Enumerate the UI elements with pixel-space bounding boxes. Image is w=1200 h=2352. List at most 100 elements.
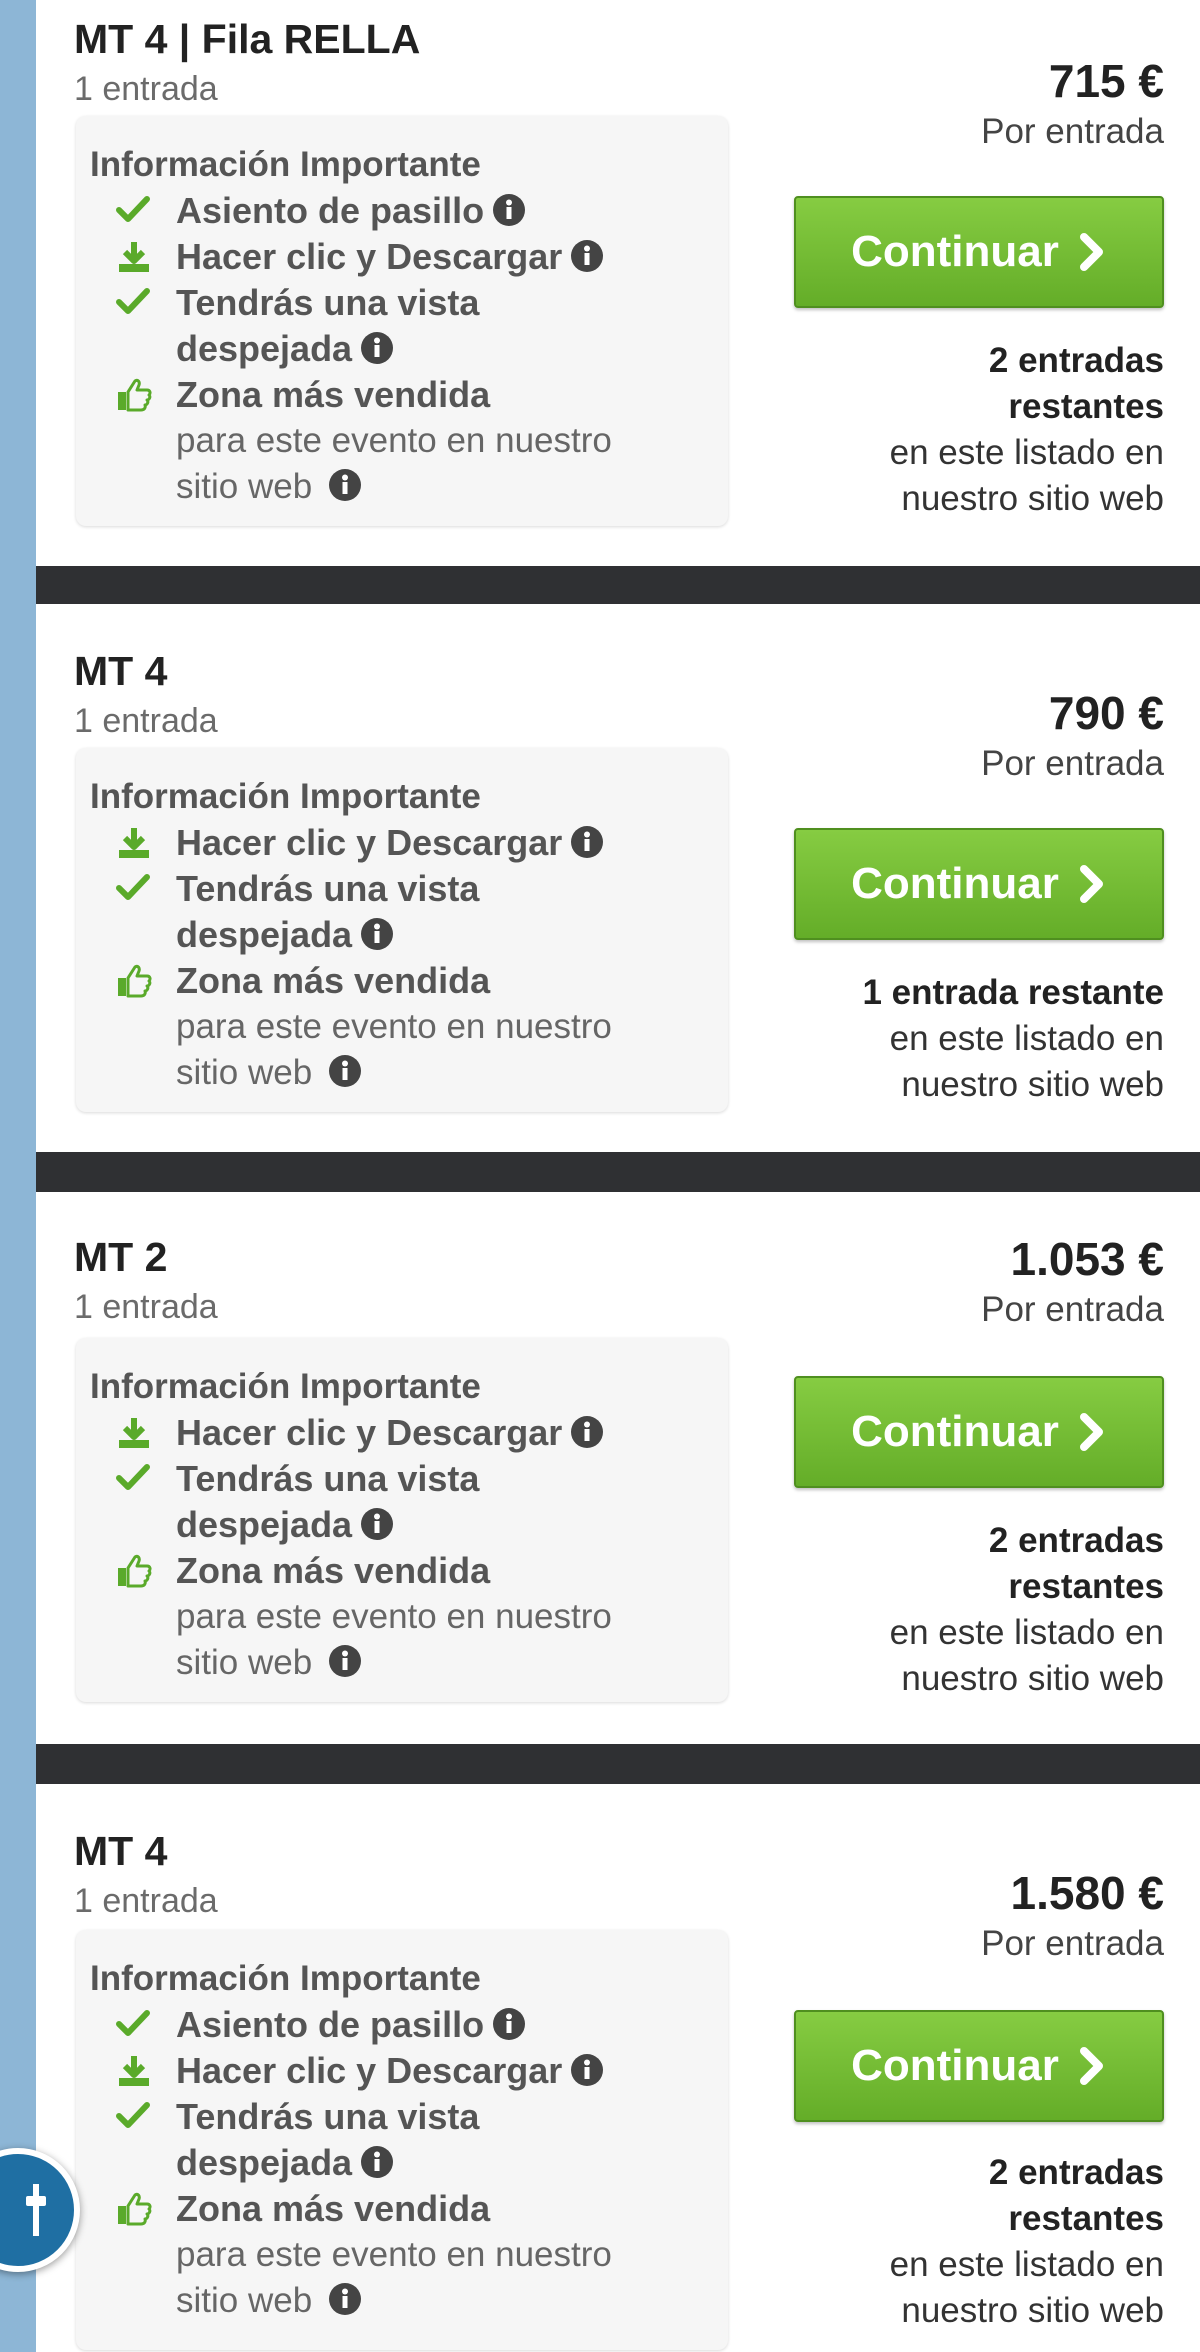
remaining-note: en este listado en nuestro sitio web	[889, 1019, 1164, 1104]
listing-card: MT 2 1 entrada Información Importante Ha…	[0, 1192, 1200, 1744]
sidebar-accent-stripe	[0, 0, 36, 2352]
remaining-count: 1 entrada restante	[862, 973, 1164, 1012]
listing-title: MT 2	[74, 1234, 168, 1280]
continue-button[interactable]: Continuar	[794, 828, 1164, 940]
info-icon[interactable]	[328, 1054, 362, 1088]
check-icon	[116, 866, 158, 912]
info-icon[interactable]	[328, 2282, 362, 2316]
listing-price: 1.580 €	[1010, 1867, 1164, 1919]
feature-aisle-seat: Asiento de pasillo	[90, 2002, 728, 2048]
feature-label: Tendrás una vista despejada	[176, 2096, 480, 2183]
chevron-right-icon	[1079, 1413, 1103, 1451]
feature-best-selling-zone: Zona más vendida para este evento en nue…	[90, 958, 650, 1096]
thumbs-up-icon	[116, 2186, 158, 2232]
remaining-note: en este listado en nuestro sitio web	[889, 2245, 1164, 2330]
feature-sub: para este evento en nuestro sitio web	[176, 1007, 612, 1092]
chevron-right-icon	[1079, 865, 1103, 903]
info-icon[interactable]	[328, 1644, 362, 1678]
info-icon[interactable]	[360, 917, 394, 951]
info-icon[interactable]	[570, 239, 604, 273]
remaining-info: 2 entradas restantes en este listado en …	[744, 2150, 1164, 2334]
feature-label: Hacer clic y Descargar	[176, 1412, 563, 1453]
feature-sub: para este evento en nuestro sitio web	[176, 421, 612, 506]
continue-label: Continuar	[851, 227, 1059, 276]
feature-label: Zona más vendida	[176, 960, 491, 1001]
info-box: Información Importante Asiento de pasill…	[76, 1930, 728, 2350]
price-per-unit: Por entrada	[981, 1924, 1164, 1963]
feature-aisle-seat: Asiento de pasillo	[90, 188, 728, 234]
continue-label: Continuar	[851, 2041, 1059, 2090]
remaining-info: 2 entradas restantes en este listado en …	[744, 1518, 1164, 1702]
thumbs-up-icon	[116, 1548, 158, 1594]
thumbs-up-icon	[116, 372, 158, 418]
feature-label: Asiento de pasillo	[176, 2004, 485, 2045]
listing-price: 715 €	[1048, 55, 1164, 107]
filter-icon	[26, 2184, 46, 2236]
remaining-note: en este listado en nuestro sitio web	[889, 433, 1164, 518]
download-icon	[116, 2048, 158, 2094]
check-icon	[116, 2094, 158, 2140]
feature-click-download: Hacer clic y Descargar	[90, 234, 728, 280]
info-heading: Información Importante	[90, 1959, 481, 1998]
feature-click-download: Hacer clic y Descargar	[90, 820, 728, 866]
feature-label: Tendrás una vista despejada	[176, 868, 480, 955]
info-icon[interactable]	[570, 825, 604, 859]
feature-clear-view: Tendrás una vista despejada	[90, 1456, 530, 1548]
download-icon	[116, 1410, 158, 1456]
thumbs-up-icon	[116, 958, 158, 1004]
info-icon[interactable]	[360, 2145, 394, 2179]
info-box: Información Importante Asiento de pasill…	[76, 116, 728, 526]
info-icon[interactable]	[570, 2053, 604, 2087]
check-icon	[116, 188, 158, 234]
listing-title: MT 4	[74, 648, 168, 694]
listing-card: MT 4 | Fila RELLA 1 entrada Información …	[0, 0, 1200, 566]
listing-card: MT 4 1 entrada Información Importante As…	[0, 1784, 1200, 2352]
continue-button[interactable]: Continuar	[794, 2010, 1164, 2122]
feature-clear-view: Tendrás una vista despejada	[90, 866, 530, 958]
remaining-count: 2 entradas restantes	[988, 1521, 1164, 1606]
info-heading: Información Importante	[90, 145, 481, 184]
remaining-count: 2 entradas restantes	[988, 341, 1164, 426]
check-icon	[116, 280, 158, 326]
feature-label: Zona más vendida	[176, 2188, 491, 2229]
feature-clear-view: Tendrás una vista despejada	[90, 280, 530, 372]
feature-sub: para este evento en nuestro sitio web	[176, 2235, 612, 2320]
listing-title: MT 4	[74, 1828, 168, 1874]
remaining-count: 2 entradas restantes	[988, 2153, 1164, 2238]
listing-title: MT 4 | Fila RELLA	[74, 16, 421, 62]
check-icon	[116, 2002, 158, 2048]
feature-label: Zona más vendida	[176, 374, 491, 415]
feature-best-selling-zone: Zona más vendida para este evento en nue…	[90, 372, 650, 510]
download-icon	[116, 820, 158, 866]
info-icon[interactable]	[360, 331, 394, 365]
info-box: Información Importante Hacer clic y Desc…	[76, 748, 728, 1112]
listing-quantity: 1 entrada	[74, 702, 218, 740]
price-per-unit: Por entrada	[981, 112, 1164, 151]
feature-clear-view: Tendrás una vista despejada	[90, 2094, 530, 2186]
chevron-right-icon	[1079, 2047, 1103, 2085]
price-per-unit: Por entrada	[981, 744, 1164, 783]
info-icon[interactable]	[492, 193, 526, 227]
feature-best-selling-zone: Zona más vendida para este evento en nue…	[90, 1548, 650, 1686]
download-icon	[116, 234, 158, 280]
continue-button[interactable]: Continuar	[794, 196, 1164, 308]
feature-label: Tendrás una vista despejada	[176, 1458, 480, 1545]
info-heading: Información Importante	[90, 777, 481, 816]
feature-label: Hacer clic y Descargar	[176, 236, 563, 277]
listing-card: MT 4 1 entrada Información Importante Ha…	[0, 604, 1200, 1152]
continue-label: Continuar	[851, 859, 1059, 908]
info-icon[interactable]	[328, 468, 362, 502]
feature-click-download: Hacer clic y Descargar	[90, 2048, 728, 2094]
info-icon[interactable]	[570, 1415, 604, 1449]
listing-price: 1.053 €	[1010, 1233, 1164, 1285]
continue-label: Continuar	[851, 1407, 1059, 1456]
info-icon[interactable]	[360, 1507, 394, 1541]
continue-button[interactable]: Continuar	[794, 1376, 1164, 1488]
info-icon[interactable]	[492, 2007, 526, 2041]
info-box: Información Importante Hacer clic y Desc…	[76, 1338, 728, 1702]
check-icon	[116, 1456, 158, 1502]
feature-label: Tendrás una vista despejada	[176, 282, 480, 369]
feature-label: Hacer clic y Descargar	[176, 2050, 563, 2091]
feature-sub: para este evento en nuestro sitio web	[176, 1597, 612, 1682]
feature-label: Hacer clic y Descargar	[176, 822, 563, 863]
